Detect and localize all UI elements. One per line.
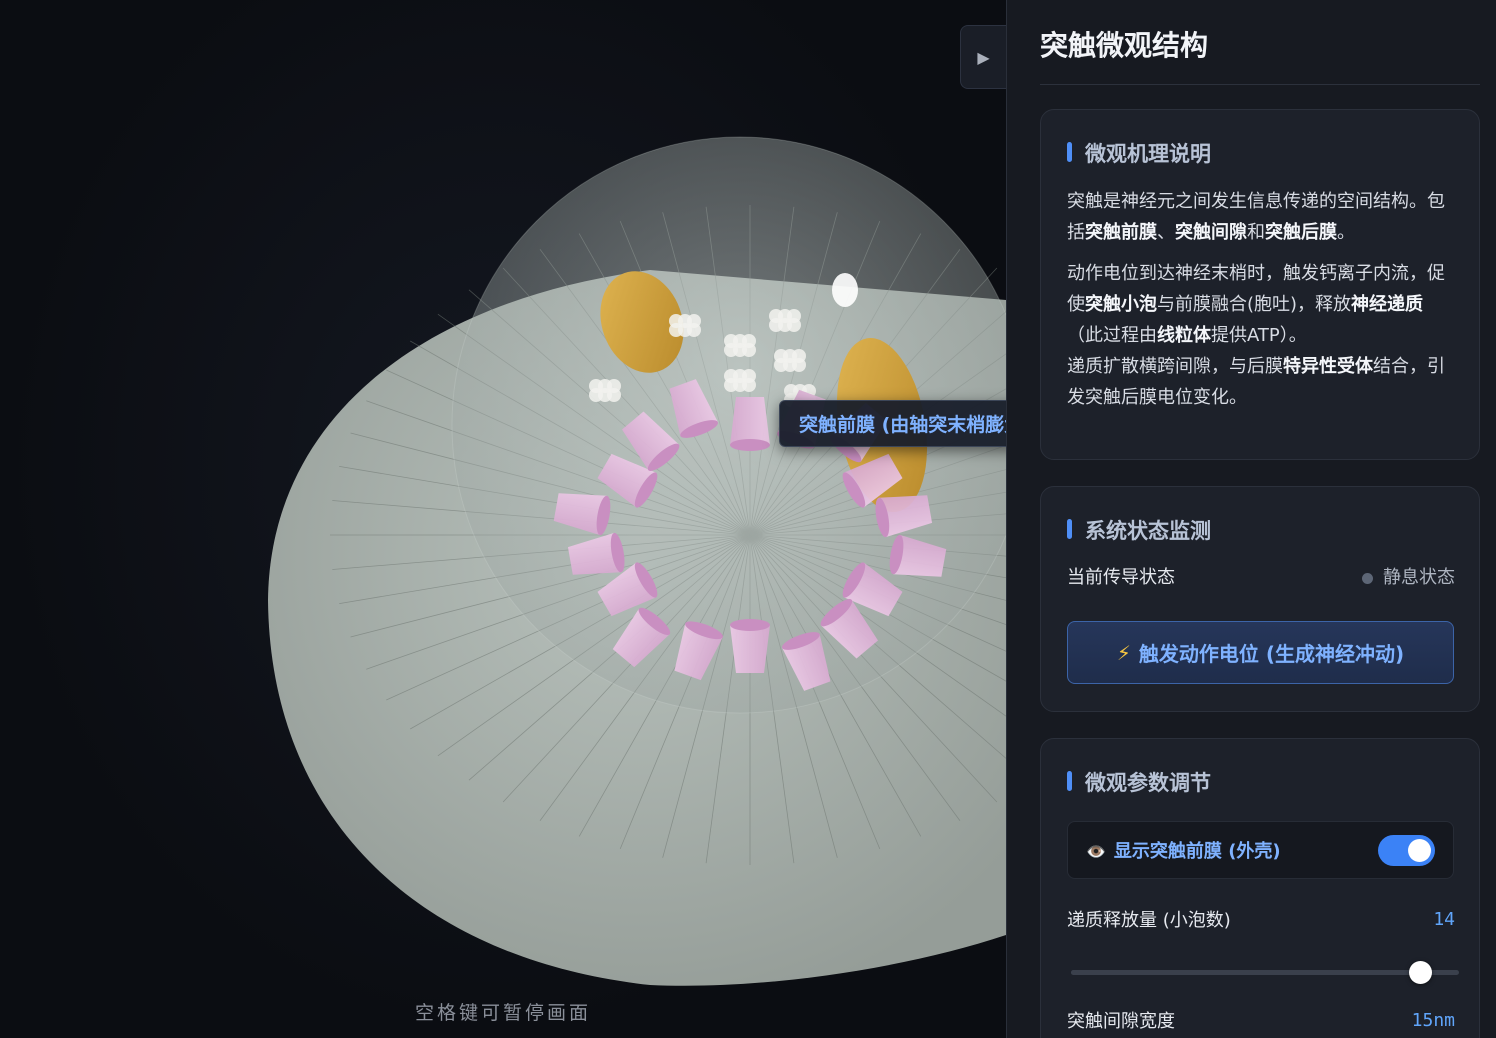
control-panel: 突触微观结构 微观机理说明 突触是神经元之间发生信息传递的空间结构。包括突触前膜… [1006,0,1496,1038]
lightning-icon: ⚡ [1116,640,1131,665]
structure-tooltip: 突触前膜 (由轴突末梢膨大形成) [779,400,1006,447]
vesicle [792,358,806,372]
switch-knob [1408,838,1431,862]
release-slider-thumb[interactable] [1409,961,1433,984]
monitor-card: 系统状态监测 当前传导状态 静息状态 ⚡ 触发动作电位 (生成神经冲动) [1040,486,1480,712]
release-row: 递质释放量 (小泡数) 14 [1067,906,1455,932]
synapse-3d-model [268,136,1006,986]
pause-hint: 空格键可暂停画面 [414,1002,591,1024]
release-label: 递质释放量 (小泡数) [1067,910,1231,931]
show-membrane-switch[interactable] [1378,834,1435,866]
eye-icon: 👁️ [1086,842,1106,861]
receptor-channel [730,397,770,451]
vesicle-highlight [832,273,858,307]
release-slider-fill [1071,970,1421,975]
state-row: 当前传导状态 静息状态 [1067,563,1455,589]
vesicle [687,323,701,337]
panel-collapse-button[interactable]: ▶ [960,25,1006,89]
play-triangle-icon: ▶ [977,47,990,67]
vesicle [742,343,756,357]
3d-viewport[interactable]: 空格键可暂停画面 突触前膜 (由轴突末梢膨大形成) [0,0,1006,1038]
vesicle [607,388,621,402]
panel-title: 突触微观结构 [1040,24,1480,85]
gap-row: 突触间隙宽度 15nm [1067,1007,1455,1033]
trigger-action-potential-button[interactable]: ⚡ 触发动作电位 (生成神经冲动) [1067,621,1454,684]
status-dot-icon [1362,572,1373,584]
status-badge: 静息状态 [1362,563,1455,589]
mechanism-heading: 微观机理说明 [1067,138,1211,168]
trigger-label: 触发动作电位 (生成神经冲动) [1138,642,1405,666]
gap-value: 15nm [1411,1009,1455,1031]
show-membrane-toggle-row[interactable]: 👁️ 显示突触前膜 (外壳) [1067,821,1454,879]
state-label: 当前传导状态 [1067,567,1175,588]
release-value: 14 [1433,908,1455,930]
vesicle [742,378,756,392]
vesicle [787,318,801,332]
show-membrane-label: 显示突触前膜 (外壳) [1113,841,1281,862]
params-card: 微观参数调节 👁️ 显示突触前膜 (外壳) 递质释放量 (小泡数) 14 突触间隙… [1040,738,1480,1038]
receptor-channel [730,619,770,673]
params-heading: 微观参数调节 [1067,767,1211,797]
release-slider[interactable] [1071,961,1459,984]
monitor-heading: 系统状态监测 [1067,515,1211,545]
mechanism-card: 微观机理说明 突触是神经元之间发生信息传递的空间结构。包括突触前膜、突触间隙和突… [1040,109,1480,460]
mechanism-description: 突触是神经元之间发生信息传递的空间结构。包括突触前膜、突触间隙和突触后膜。 动作… [1067,191,1445,408]
gap-label: 突触间隙宽度 [1067,1011,1175,1032]
